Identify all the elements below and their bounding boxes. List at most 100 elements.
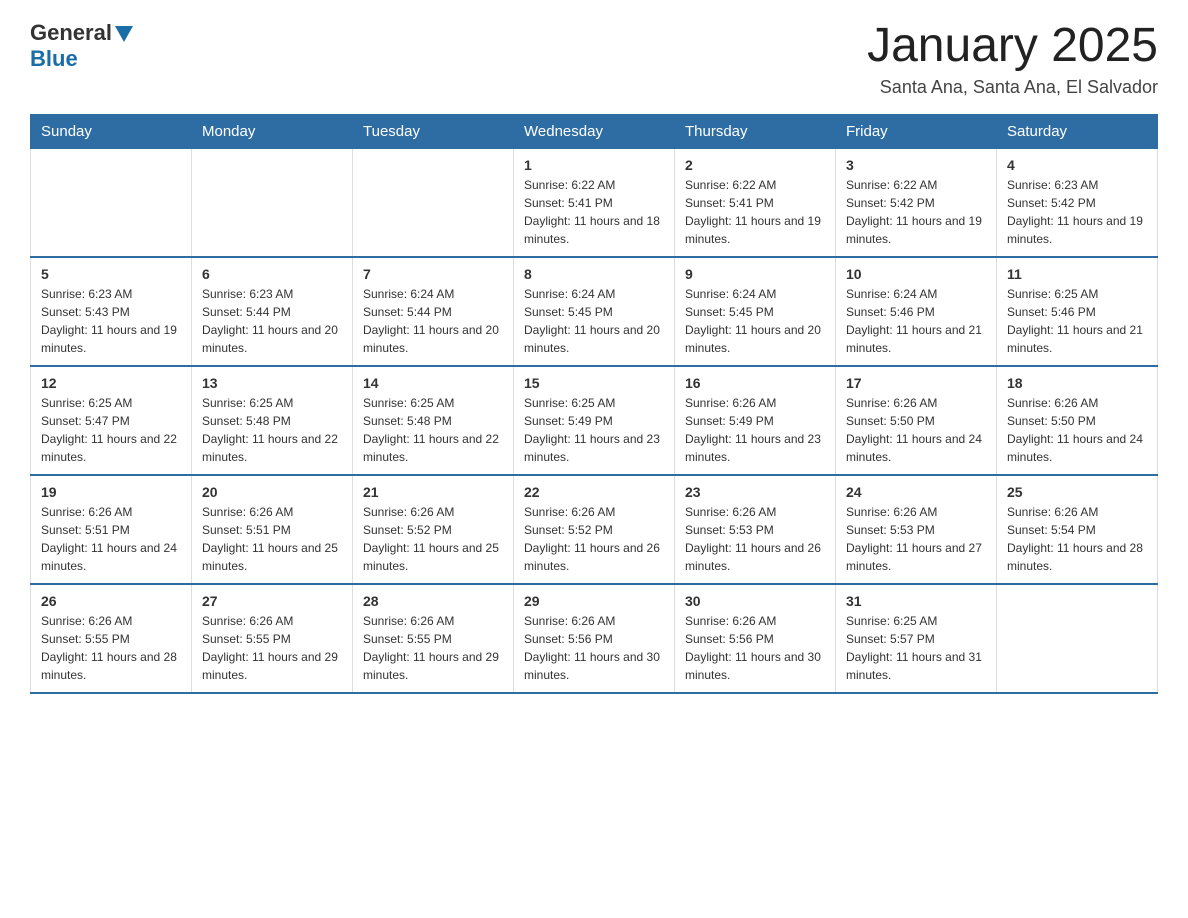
day-number: 20 (202, 484, 342, 500)
calendar-cell: 8 Sunrise: 6:24 AMSunset: 5:45 PMDaylight… (514, 257, 675, 366)
calendar-cell: 18Sunrise: 6:26 AMSunset: 5:50 PMDayligh… (997, 366, 1158, 475)
page-header: General Blue January 2025 Santa Ana, San… (30, 20, 1158, 98)
calendar-cell (192, 148, 353, 257)
day-number: 2 (685, 157, 825, 173)
calendar-cell (353, 148, 514, 257)
day-info: Sunrise: 6:26 AMSunset: 5:53 PMDaylight:… (846, 503, 986, 575)
day-number: 9 (685, 266, 825, 282)
day-info: Sunrise: 6:25 AMSunset: 5:46 PMDaylight:… (1007, 285, 1147, 357)
week-row-1: 1Sunrise: 6:22 AMSunset: 5:41 PMDaylight… (31, 148, 1158, 257)
calendar-cell: 15 Sunrise: 6:25 AMSunset: 5:49 PMDayligh… (514, 366, 675, 475)
logo-arrow-icon (115, 26, 133, 42)
week-row-4: 19 Sunrise: 6:26 AMSunset: 5:51 PMDayligh… (31, 475, 1158, 584)
day-info: Sunrise: 6:26 AMSunset: 5:51 PMDaylight:… (41, 503, 181, 575)
calendar-cell: 10 Sunrise: 6:24 AMSunset: 5:46 PMDayligh… (836, 257, 997, 366)
day-info: Sunrise: 6:26 AMSunset: 5:52 PMDaylight:… (363, 503, 503, 575)
day-info: Sunrise: 6:24 AMSunset: 5:44 PMDaylight:… (363, 285, 503, 357)
day-number: 31 (846, 593, 986, 609)
day-number: 23 (685, 484, 825, 500)
day-number: 10 (846, 266, 986, 282)
day-info: Sunrise: 6:26 AMSunset: 5:55 PMDaylight:… (41, 612, 181, 684)
day-number: 27 (202, 593, 342, 609)
day-number: 15 (524, 375, 664, 391)
day-number: 28 (363, 593, 503, 609)
calendar-title: January 2025 (867, 20, 1158, 73)
calendar-cell: 31 Sunrise: 6:25 AMSunset: 5:57 PMDayligh… (836, 584, 997, 693)
calendar-subtitle: Santa Ana, Santa Ana, El Salvador (867, 77, 1158, 98)
day-info: Sunrise: 6:26 AMSunset: 5:50 PMDaylight:… (846, 394, 986, 466)
calendar-cell: 23 Sunrise: 6:26 AMSunset: 5:53 PMDayligh… (675, 475, 836, 584)
day-info: Sunrise: 6:23 AMSunset: 5:42 PMDaylight:… (1007, 176, 1147, 248)
calendar-cell: 20 Sunrise: 6:26 AMSunset: 5:51 PMDayligh… (192, 475, 353, 584)
calendar-cell: 17 Sunrise: 6:26 AMSunset: 5:50 PMDayligh… (836, 366, 997, 475)
day-info: Sunrise: 6:25 AMSunset: 5:57 PMDaylight:… (846, 612, 986, 684)
calendar-cell: 21Sunrise: 6:26 AMSunset: 5:52 PMDayligh… (353, 475, 514, 584)
day-number: 19 (41, 484, 181, 500)
calendar-header-row: SundayMondayTuesdayWednesdayThursdayFrid… (31, 114, 1158, 148)
calendar-cell: 9 Sunrise: 6:24 AMSunset: 5:45 PMDaylight… (675, 257, 836, 366)
calendar-cell: 28 Sunrise: 6:26 AMSunset: 5:55 PMDayligh… (353, 584, 514, 693)
day-number: 7 (363, 266, 503, 282)
calendar-cell: 3 Sunrise: 6:22 AMSunset: 5:42 PMDaylight… (836, 148, 997, 257)
day-number: 16 (685, 375, 825, 391)
day-info: Sunrise: 6:25 AMSunset: 5:48 PMDaylight:… (202, 394, 342, 466)
logo-general-text: General (30, 20, 112, 46)
calendar-cell: 16Sunrise: 6:26 AMSunset: 5:49 PMDayligh… (675, 366, 836, 475)
calendar-cell: 29 Sunrise: 6:26 AMSunset: 5:56 PMDayligh… (514, 584, 675, 693)
day-info: Sunrise: 6:26 AMSunset: 5:54 PMDaylight:… (1007, 503, 1147, 575)
calendar-cell: 25Sunrise: 6:26 AMSunset: 5:54 PMDayligh… (997, 475, 1158, 584)
calendar-cell (997, 584, 1158, 693)
day-info: Sunrise: 6:22 AMSunset: 5:41 PMDaylight:… (685, 176, 825, 248)
calendar-cell: 7 Sunrise: 6:24 AMSunset: 5:44 PMDaylight… (353, 257, 514, 366)
day-info: Sunrise: 6:26 AMSunset: 5:56 PMDaylight:… (685, 612, 825, 684)
calendar-cell: 11 Sunrise: 6:25 AMSunset: 5:46 PMDayligh… (997, 257, 1158, 366)
calendar-cell: 13 Sunrise: 6:25 AMSunset: 5:48 PMDayligh… (192, 366, 353, 475)
logo-blue-text: Blue (30, 46, 78, 72)
day-number: 8 (524, 266, 664, 282)
day-info: Sunrise: 6:24 AMSunset: 5:45 PMDaylight:… (524, 285, 664, 357)
calendar-table: SundayMondayTuesdayWednesdayThursdayFrid… (30, 114, 1158, 694)
day-number: 14 (363, 375, 503, 391)
day-info: Sunrise: 6:26 AMSunset: 5:52 PMDaylight:… (524, 503, 664, 575)
day-number: 29 (524, 593, 664, 609)
day-info: Sunrise: 6:26 AMSunset: 5:53 PMDaylight:… (685, 503, 825, 575)
day-number: 22 (524, 484, 664, 500)
week-row-2: 5 Sunrise: 6:23 AMSunset: 5:43 PMDaylight… (31, 257, 1158, 366)
col-header-thursday: Thursday (675, 114, 836, 148)
day-info: Sunrise: 6:23 AMSunset: 5:43 PMDaylight:… (41, 285, 181, 357)
day-number: 13 (202, 375, 342, 391)
calendar-cell: 2 Sunrise: 6:22 AMSunset: 5:41 PMDaylight… (675, 148, 836, 257)
week-row-3: 12Sunrise: 6:25 AMSunset: 5:47 PMDayligh… (31, 366, 1158, 475)
calendar-cell: 24 Sunrise: 6:26 AMSunset: 5:53 PMDayligh… (836, 475, 997, 584)
calendar-cell (31, 148, 192, 257)
day-number: 3 (846, 157, 986, 173)
day-number: 5 (41, 266, 181, 282)
day-info: Sunrise: 6:26 AMSunset: 5:50 PMDaylight:… (1007, 394, 1147, 466)
day-number: 12 (41, 375, 181, 391)
day-number: 17 (846, 375, 986, 391)
col-header-tuesday: Tuesday (353, 114, 514, 148)
col-header-sunday: Sunday (31, 114, 192, 148)
day-number: 30 (685, 593, 825, 609)
col-header-friday: Friday (836, 114, 997, 148)
col-header-wednesday: Wednesday (514, 114, 675, 148)
day-info: Sunrise: 6:22 AMSunset: 5:42 PMDaylight:… (846, 176, 986, 248)
day-info: Sunrise: 6:23 AMSunset: 5:44 PMDaylight:… (202, 285, 342, 357)
day-info: Sunrise: 6:26 AMSunset: 5:55 PMDaylight:… (363, 612, 503, 684)
day-number: 6 (202, 266, 342, 282)
logo: General Blue (30, 20, 133, 73)
day-info: Sunrise: 6:26 AMSunset: 5:55 PMDaylight:… (202, 612, 342, 684)
title-block: January 2025 Santa Ana, Santa Ana, El Sa… (867, 20, 1158, 98)
day-info: Sunrise: 6:24 AMSunset: 5:45 PMDaylight:… (685, 285, 825, 357)
day-info: Sunrise: 6:25 AMSunset: 5:49 PMDaylight:… (524, 394, 664, 466)
calendar-cell: 1Sunrise: 6:22 AMSunset: 5:41 PMDaylight… (514, 148, 675, 257)
day-number: 11 (1007, 266, 1147, 282)
day-info: Sunrise: 6:26 AMSunset: 5:56 PMDaylight:… (524, 612, 664, 684)
day-number: 26 (41, 593, 181, 609)
day-number: 24 (846, 484, 986, 500)
calendar-cell: 6 Sunrise: 6:23 AMSunset: 5:44 PMDaylight… (192, 257, 353, 366)
calendar-cell: 5 Sunrise: 6:23 AMSunset: 5:43 PMDaylight… (31, 257, 192, 366)
calendar-cell: 12Sunrise: 6:25 AMSunset: 5:47 PMDayligh… (31, 366, 192, 475)
day-info: Sunrise: 6:24 AMSunset: 5:46 PMDaylight:… (846, 285, 986, 357)
day-info: Sunrise: 6:26 AMSunset: 5:51 PMDaylight:… (202, 503, 342, 575)
